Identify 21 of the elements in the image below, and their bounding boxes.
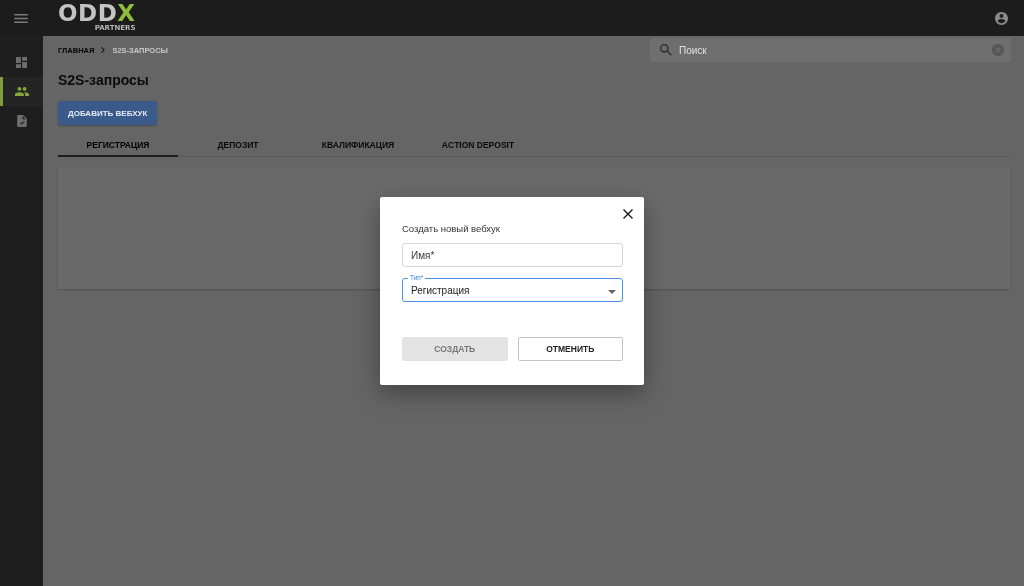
logo-wordmark: ODDX: [58, 4, 136, 23]
tab[interactable]: ДЕПОЗИТ: [178, 134, 298, 157]
sidebar-item[interactable]: [0, 77, 43, 106]
search-field[interactable]: Поиск: [650, 38, 1011, 62]
page-title: S2S-запросы: [58, 72, 150, 88]
tab[interactable]: ACTION DEPOSIT: [418, 134, 538, 157]
cancel-button[interactable]: ОТМЕНИТЬ: [517, 337, 623, 361]
dialog-title: Создать новый вебхук: [402, 223, 501, 235]
close-icon[interactable]: [623, 209, 633, 219]
dashboard-icon: [16, 57, 27, 68]
name-field[interactable]: Имя*: [402, 243, 623, 267]
tab[interactable]: РЕГИСТРАЦИЯ: [58, 134, 178, 157]
account-icon[interactable]: [995, 11, 1008, 25]
search-icon: [660, 44, 672, 56]
people-icon: [14, 87, 29, 96]
select-value: Регистрация: [411, 284, 471, 296]
chevron-right-icon: [101, 47, 106, 53]
add-webhook-button[interactable]: ДОБАВИТЬ ВЕБХУК: [58, 101, 158, 125]
menu-icon[interactable]: [14, 13, 28, 23]
document-check-icon: [16, 114, 27, 127]
tab[interactable]: КВАЛИФИКАЦИЯ: [298, 134, 418, 157]
